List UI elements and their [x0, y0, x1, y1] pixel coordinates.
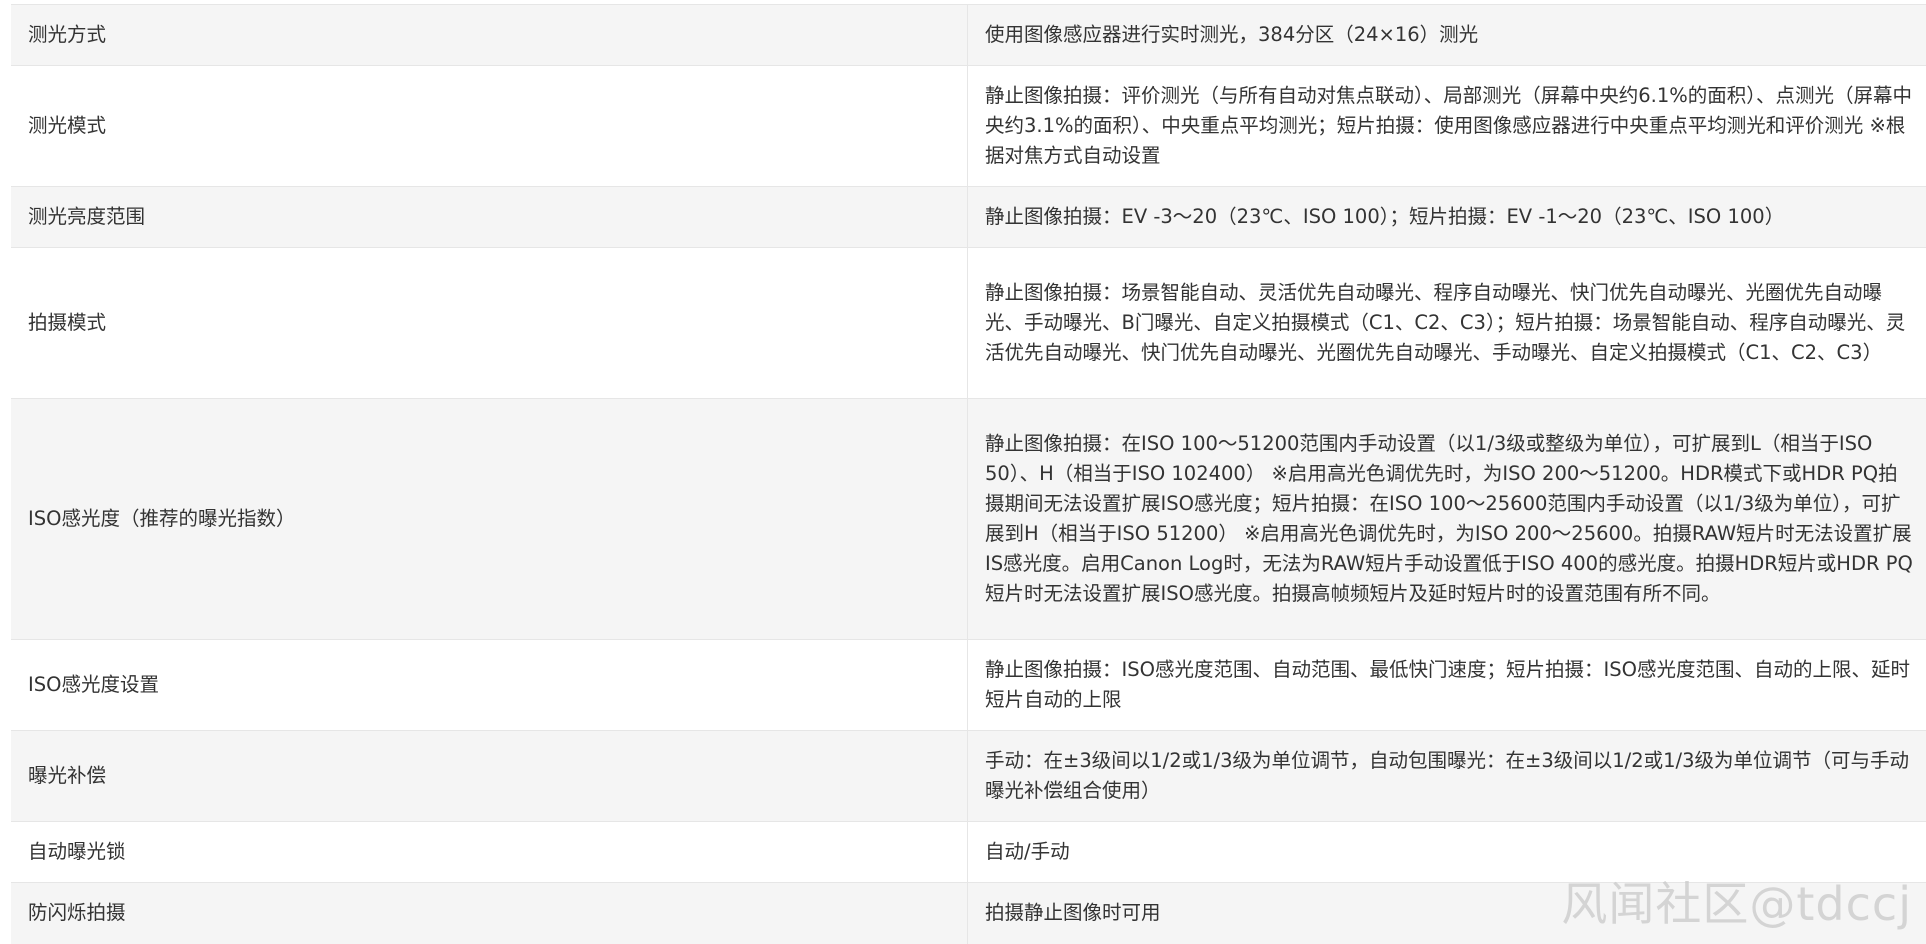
table-row: ISO感光度（推荐的曝光指数） 静止图像拍摄：在ISO 100～51200范围内…: [11, 399, 1926, 640]
spec-label: 测光亮度范围: [11, 187, 968, 248]
table-row: 拍摄模式 静止图像拍摄：场景智能自动、灵活优先自动曝光、程序自动曝光、快门优先自…: [11, 248, 1926, 399]
spec-value: 自动/手动: [968, 822, 1926, 883]
spec-label: ISO感光度设置: [11, 640, 968, 731]
spec-label: 防闪烁拍摄: [11, 883, 968, 944]
spec-value: 拍摄静止图像时可用: [968, 883, 1926, 944]
spec-value: 静止图像拍摄：评价测光（与所有自动对焦点联动）、局部测光（屏幕中央约6.1%的面…: [968, 66, 1926, 187]
table-row: 测光方式 使用图像感应器进行实时测光，384分区（24×16）测光: [11, 5, 1926, 66]
spec-label: 曝光补偿: [11, 731, 968, 822]
spec-label: 测光模式: [11, 66, 968, 187]
spec-label: 自动曝光锁: [11, 822, 968, 883]
table-row: 自动曝光锁 自动/手动: [11, 822, 1926, 883]
spec-value: 静止图像拍摄：EV -3～20（23℃、ISO 100）；短片拍摄：EV -1～…: [968, 187, 1926, 248]
spec-value: 静止图像拍摄：场景智能自动、灵活优先自动曝光、程序自动曝光、快门优先自动曝光、光…: [968, 248, 1926, 399]
spec-label: 拍摄模式: [11, 248, 968, 399]
table-row: 防闪烁拍摄 拍摄静止图像时可用: [11, 883, 1926, 944]
table-row: ISO感光度设置 静止图像拍摄：ISO感光度范围、自动范围、最低快门速度；短片拍…: [11, 640, 1926, 731]
table-row: 曝光补偿 手动：在±3级间以1/2或1/3级为单位调节，自动包围曝光：在±3级间…: [11, 731, 1926, 822]
table-row: 测光模式 静止图像拍摄：评价测光（与所有自动对焦点联动）、局部测光（屏幕中央约6…: [11, 66, 1926, 187]
spec-value: 手动：在±3级间以1/2或1/3级为单位调节，自动包围曝光：在±3级间以1/2或…: [968, 731, 1926, 822]
spec-label: ISO感光度（推荐的曝光指数）: [11, 399, 968, 640]
spec-table: 测光方式 使用图像感应器进行实时测光，384分区（24×16）测光 测光模式 静…: [11, 4, 1926, 944]
spec-value: 使用图像感应器进行实时测光，384分区（24×16）测光: [968, 5, 1926, 66]
spec-value: 静止图像拍摄：在ISO 100～51200范围内手动设置（以1/3级或整级为单位…: [968, 399, 1926, 640]
spec-label: 测光方式: [11, 5, 968, 66]
table-row: 测光亮度范围 静止图像拍摄：EV -3～20（23℃、ISO 100）；短片拍摄…: [11, 187, 1926, 248]
spec-value: 静止图像拍摄：ISO感光度范围、自动范围、最低快门速度；短片拍摄：ISO感光度范…: [968, 640, 1926, 731]
